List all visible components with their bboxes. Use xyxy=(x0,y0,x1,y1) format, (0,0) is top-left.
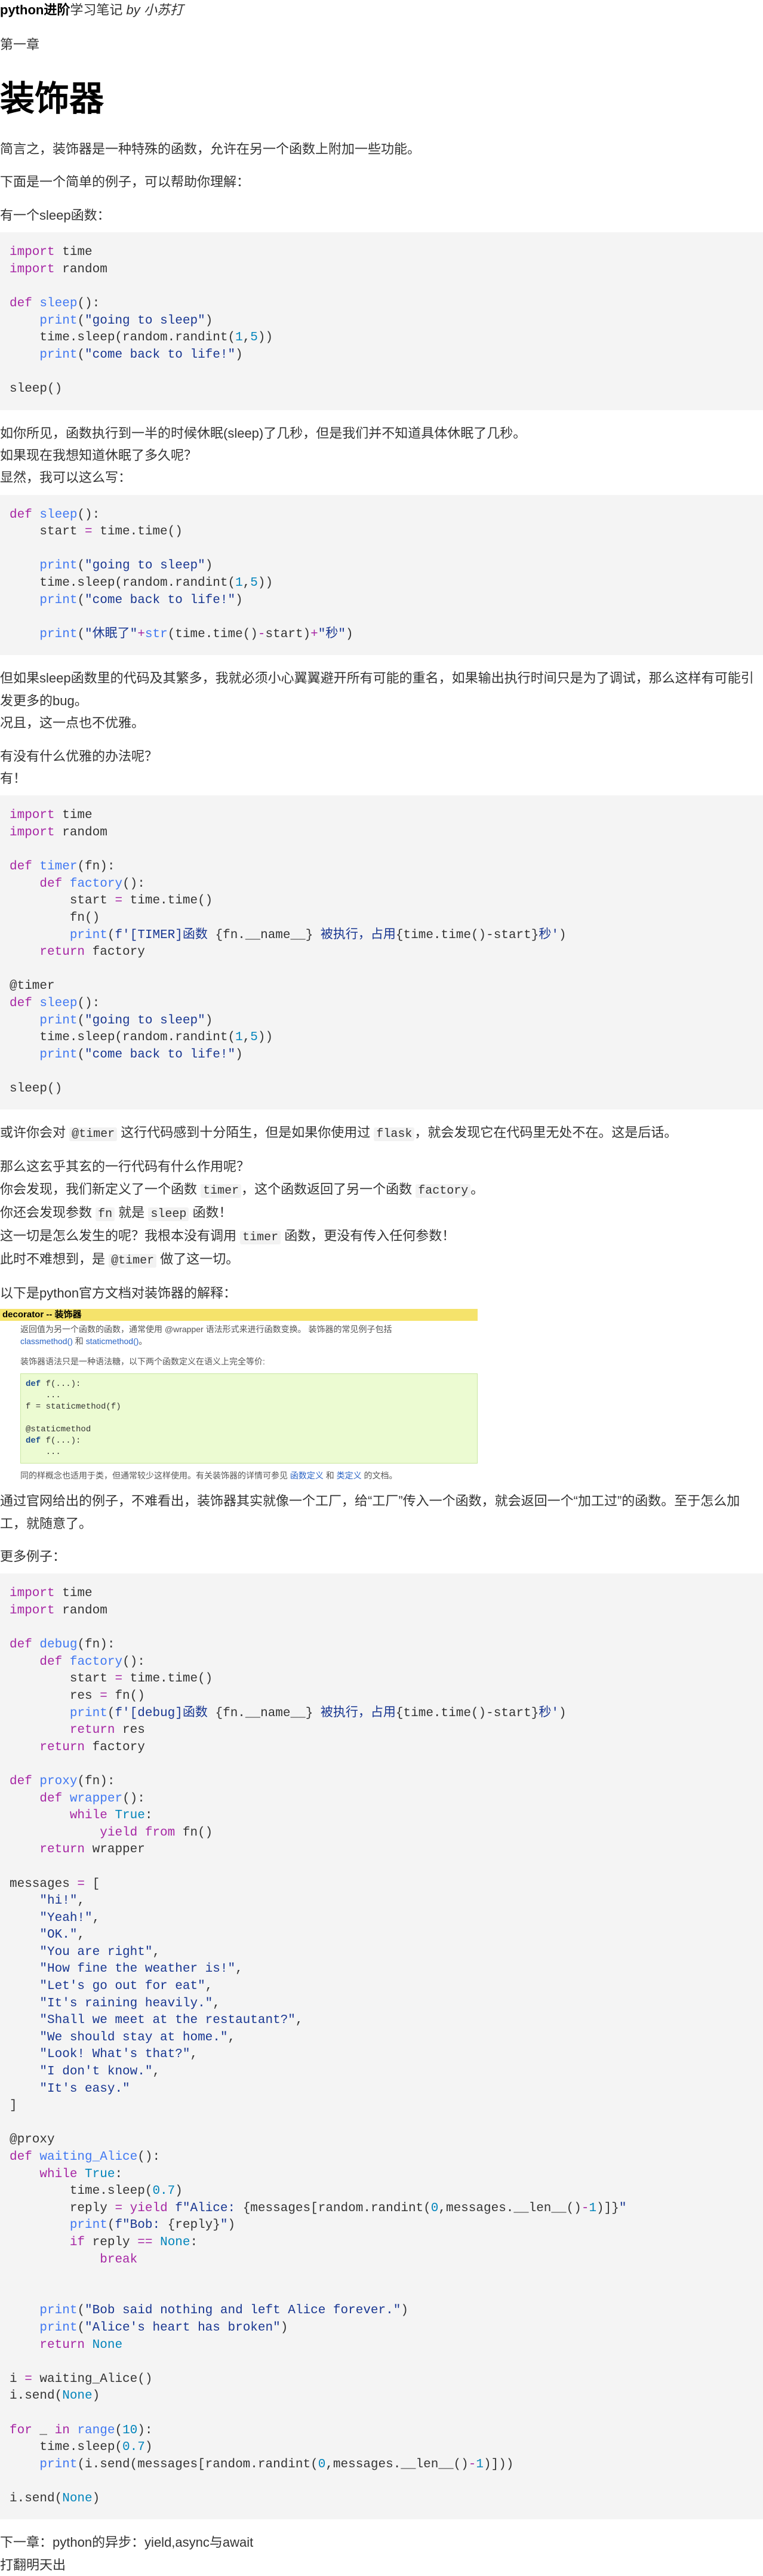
code-block: import time import random def timer(fn):… xyxy=(0,795,763,1110)
inline-code: flask xyxy=(374,1127,415,1142)
inline-code: @timer xyxy=(109,1253,157,1268)
docs-link[interactable]: 函数定义 xyxy=(290,1471,324,1480)
text-line: 如果现在我想知道休眠了多久呢？ xyxy=(0,447,198,463)
code-block: import time import random def debug(fn):… xyxy=(0,1573,763,2520)
code-block: import time import random def sleep(): p… xyxy=(0,232,763,410)
intro-line: 简言之，装饰器是一种特殊的函数，允许在另一个函数上附加一些功能。 xyxy=(0,141,421,156)
page-header: python进阶学习笔记 by 小苏打 xyxy=(0,0,763,20)
header-rest: 学习笔记 xyxy=(70,2,123,17)
header-author: by 小苏打 xyxy=(126,2,183,17)
text-line: 你还会发现参数 fn 就是 sleep 函数！ xyxy=(0,1204,232,1221)
inline-code: timer xyxy=(240,1230,281,1244)
text-line: 那么这玄乎其玄的一行代码有什么作用呢？ xyxy=(0,1159,250,1175)
inline-code: sleep xyxy=(148,1207,189,1221)
text-line: 通过官网给出的例子，不难看出，装饰器其实就像一个工厂，给“工厂”传入一个函数，就… xyxy=(0,1493,740,1531)
docs-link[interactable]: staticmethod() xyxy=(86,1336,139,1346)
intro-line: 下面是一个简单的例子，可以帮助你理解： xyxy=(0,174,250,190)
text-line: 更多例子： xyxy=(0,1549,66,1564)
text-line: 有！ xyxy=(0,770,27,786)
intro-line: 有一个sleep函数： xyxy=(0,207,110,223)
header-bold: python进阶 xyxy=(0,2,70,17)
text-line: 你会发现，我们新定义了一个函数 timer ，这个函数返回了另一个函数 facto… xyxy=(0,1181,484,1198)
article: python进阶学习笔记 by 小苏打 第一章 装饰器 简言之，装饰器是一种特殊… xyxy=(0,0,763,2576)
chapter-label: 第一章 xyxy=(0,37,40,52)
text-line: 这一切是怎么发生的呢？我根本没有调用 timer 函数，更没有传入任何参数！ xyxy=(0,1228,456,1244)
docs-code: def f(...): ... f = staticmethod(f) @sta… xyxy=(20,1373,478,1464)
text-line: 以下是python官方文档对装饰器的解释： xyxy=(0,1285,237,1301)
text-line: 但如果sleep函数里的代码及其繁多，我就必须小心翼翼避开所有可能的重名，如果输… xyxy=(0,671,754,708)
docs-link[interactable]: classmethod() xyxy=(20,1336,73,1346)
next-chapter-link[interactable]: 下一章：python的异步：yield,async与await xyxy=(0,2531,763,2553)
docs-link[interactable]: 类定义 xyxy=(337,1471,362,1480)
text-line: 显然，我可以这么写： xyxy=(0,470,132,485)
docs-title: decorator -- 装饰器 xyxy=(0,1309,478,1321)
code-block: def sleep(): start = time.time() print("… xyxy=(0,494,763,656)
text-line: 有没有什么优雅的办法呢？ xyxy=(0,748,158,764)
inline-code: factory xyxy=(416,1184,471,1198)
text-line: 如你所见，函数执行到一半的时候休眠(sleep)了几秒，但是我们并不知道具体休眠… xyxy=(0,425,527,441)
text-line: 此时不难想到，是 @timer 做了这一切。 xyxy=(0,1251,239,1268)
inline-code: fn xyxy=(96,1207,115,1221)
docs-screenshot: decorator -- 装饰器 返回值为另一个函数的函数，通常使用 @wrap… xyxy=(0,1309,478,1481)
inline-code: @timer xyxy=(69,1127,118,1142)
text-line: 况且，这一点也不优雅。 xyxy=(0,715,145,731)
text-line: 或许你会对 @timer 这行代码感到十分陌生，但是如果你使用过 flask ，就… xyxy=(0,1125,678,1142)
signature: 打翻明天出 xyxy=(0,2557,66,2572)
page-title: 装饰器 xyxy=(0,79,104,119)
inline-code: timer xyxy=(201,1184,242,1198)
